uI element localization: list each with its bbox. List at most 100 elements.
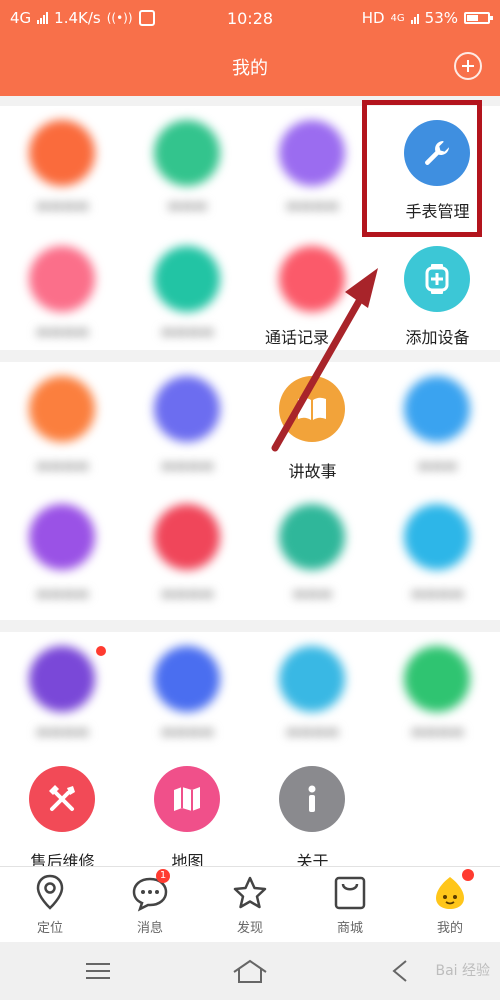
nav-bar: 我的 [0, 36, 500, 96]
grid-item-6[interactable]: ▬▬▬▬ [125, 232, 250, 350]
blurred-label: ▬▬▬▬ [286, 198, 339, 214]
tab-bar: 定位 1 消息 发现 商城 我的 [0, 866, 500, 942]
blurred-icon [154, 376, 220, 442]
grid-label-repair: 售后维修 [30, 852, 95, 866]
grid-item-map[interactable]: 地图 [125, 752, 250, 870]
grid-item-20[interactable]: ▬▬▬▬ [375, 632, 500, 750]
grid-item-2[interactable]: ▬▬▬ [125, 106, 250, 224]
grid-item-5[interactable]: ▬▬▬▬ [0, 232, 125, 350]
new-dot [96, 646, 106, 656]
tab-label: 商城 [336, 921, 363, 936]
signal-icon-2 [410, 12, 419, 24]
grid-label-about: 关于 [296, 852, 329, 866]
blurred-icon [29, 120, 95, 186]
blurred-label: ▬▬▬ [167, 198, 208, 214]
add-button[interactable] [454, 52, 482, 80]
grid-item-17[interactable]: ▬▬▬▬ [0, 632, 125, 750]
grid-item-15[interactable]: ▬▬▬ [250, 490, 375, 608]
system-nav-bar: Bai 经验 [0, 942, 500, 1000]
hd-indicator: HD [361, 9, 385, 27]
blurred-icon [154, 504, 220, 570]
back-icon[interactable] [388, 958, 414, 984]
grid-item-about[interactable]: 关于 [250, 752, 375, 870]
grid-label-story: 讲故事 [288, 462, 337, 481]
blurred-icon [404, 504, 470, 570]
location-pin-icon [33, 873, 67, 917]
blurred-icon [154, 646, 220, 712]
menu-icon[interactable] [86, 962, 110, 980]
status-left: 4G 1.4K/s ((•)) [10, 9, 190, 27]
tab-location[interactable]: 定位 [0, 867, 100, 942]
book-icon [279, 376, 345, 442]
highlight-box [362, 100, 482, 237]
grid-item-add-device[interactable]: 添加设备 [375, 232, 500, 350]
grid-item-19[interactable]: ▬▬▬▬ [250, 632, 375, 750]
grid-item-1[interactable]: ▬▬▬▬ [0, 106, 125, 224]
map-icon [154, 766, 220, 832]
grid-item-call-log[interactable]: 通话记录 [250, 232, 375, 350]
grid-label-add-device: 添加设备 [405, 328, 470, 347]
watch-add-icon [404, 246, 470, 312]
section-service: ▬▬▬▬ ▬▬▬▬ ▬▬▬▬ ▬▬▬▬ 售后维修 地图 关于 [0, 632, 500, 866]
blurred-icon [404, 646, 470, 712]
grid-item-13[interactable]: ▬▬▬▬ [0, 490, 125, 608]
blurred-icon [154, 246, 220, 312]
tab-messages[interactable]: 1 消息 [100, 867, 200, 942]
battery-fill [467, 15, 478, 21]
blurred-icon [279, 646, 345, 712]
blurred-label: ▬▬▬▬ [36, 324, 89, 340]
watermark: Bai 经验 [435, 963, 490, 979]
grid-item-14[interactable]: ▬▬▬▬ [125, 490, 250, 608]
battery-icon [464, 12, 493, 24]
blurred-label: ▬▬▬▬ [161, 586, 214, 602]
blurred-label: ▬▬▬ [292, 586, 333, 602]
message-badge: 1 [156, 869, 170, 883]
grid-item-9[interactable]: ▬▬▬▬ [0, 362, 125, 480]
signal-icon [37, 12, 49, 24]
grid-item-12[interactable]: ▬▬▬ [375, 362, 500, 480]
star-icon [230, 873, 270, 917]
mine-new-dot [462, 869, 474, 881]
page-title: 我的 [232, 58, 268, 79]
blurred-icon [279, 120, 345, 186]
grid-label-call-log: 通话记录 [265, 328, 330, 347]
info-icon [279, 766, 345, 832]
status-right: HD 4G 53% [361, 9, 493, 27]
section-apps: ▬▬▬▬ ▬▬▬▬ 讲故事 ▬▬▬ ▬▬▬▬ ▬▬▬▬ ▬▬▬ ▬▬▬▬ [0, 362, 500, 620]
grid-item-16[interactable]: ▬▬▬▬ [375, 490, 500, 608]
tab-label: 定位 [36, 921, 63, 936]
blurred-icon [279, 504, 345, 570]
blurred-icon [29, 504, 95, 570]
grid-item-repair[interactable]: 售后维修 [0, 752, 125, 870]
blurred-label: ▬▬▬▬ [411, 724, 464, 740]
blurred-icon [404, 376, 470, 442]
blurred-label: ▬▬▬▬ [161, 324, 214, 340]
grid-item-story[interactable]: 讲故事 [250, 362, 375, 481]
tab-mall[interactable]: 商城 [300, 867, 400, 942]
network-type-2: 4G [390, 12, 405, 24]
blurred-label: ▬▬▬▬ [161, 458, 214, 474]
shopping-bag-icon [330, 873, 370, 917]
tab-label: 消息 [136, 921, 163, 936]
tools-icon [29, 766, 95, 832]
blurred-icon [29, 646, 95, 712]
blurred-icon [29, 246, 95, 312]
grid-item-18[interactable]: ▬▬▬▬ [125, 632, 250, 750]
tab-discover[interactable]: 发现 [200, 867, 300, 942]
blurred-label: ▬▬▬▬ [36, 586, 89, 602]
home-icon[interactable] [232, 958, 268, 984]
blurred-label: ▬▬▬ [417, 458, 458, 474]
blurred-label: ▬▬▬▬ [36, 198, 89, 214]
grid-item-3[interactable]: ▬▬▬▬ [250, 106, 375, 224]
network-type: 4G [10, 9, 32, 27]
grid-item-10[interactable]: ▬▬▬▬ [125, 362, 250, 480]
blurred-label: ▬▬▬▬ [411, 586, 464, 602]
phone-icon [279, 246, 345, 312]
blurred-icon [154, 120, 220, 186]
tab-mine[interactable]: 我的 [400, 867, 500, 942]
tab-label: 我的 [436, 921, 463, 936]
network-speed: 1.4K/s [54, 9, 101, 27]
grid-label-map: 地图 [171, 852, 204, 866]
blurred-label: ▬▬▬▬ [36, 458, 89, 474]
blurred-label: ▬▬▬▬ [161, 724, 214, 740]
